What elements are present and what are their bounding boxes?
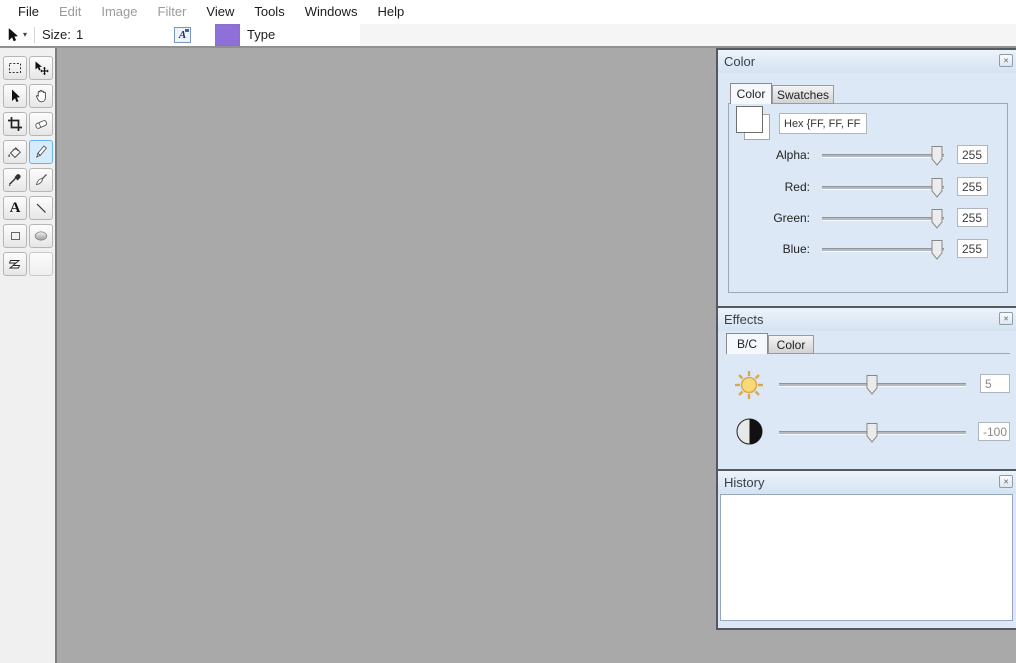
rectangle-icon [11, 232, 20, 240]
tool-rectangle-select[interactable] [3, 56, 27, 80]
tool-polygon[interactable] [3, 252, 27, 276]
crop-icon [8, 117, 22, 131]
type-color-swatch[interactable] [215, 24, 240, 46]
blue-slider-track[interactable] [822, 248, 944, 251]
alpha-slider-track[interactable] [822, 154, 944, 157]
rectangle-select-icon [9, 63, 21, 73]
tool-slot-empty [29, 252, 53, 276]
tool-ellipse[interactable] [29, 224, 53, 248]
alpha-slider-thumb[interactable] [931, 145, 943, 166]
brightness-icon [735, 371, 763, 399]
menu-help[interactable]: Help [367, 0, 414, 24]
paint-bucket-icon [8, 147, 21, 159]
menu-windows[interactable]: Windows [295, 0, 368, 24]
red-label: Red: [784, 180, 810, 194]
green-label: Green: [773, 211, 810, 225]
move-icon [35, 61, 49, 76]
tool-paint-bucket[interactable] [3, 140, 27, 164]
size-value[interactable]: 1 [76, 24, 83, 46]
contrast-value-input[interactable] [978, 422, 1010, 441]
panels-window: Color ✕ Color Swatches Alpha: Red: Green… [716, 48, 1016, 630]
tool-text[interactable]: A [3, 196, 27, 220]
alpha-label: Alpha: [775, 148, 810, 162]
tab-bc[interactable]: B/C [726, 333, 768, 354]
green-slider-track[interactable] [822, 217, 944, 220]
history-panel-close-icon[interactable]: ✕ [999, 475, 1013, 488]
size-label: Size: [42, 27, 71, 42]
color-panel-close-icon[interactable]: ✕ [999, 54, 1013, 67]
menu-view[interactable]: View [196, 0, 244, 24]
menu-tools[interactable]: Tools [244, 0, 294, 24]
text-tool-icon: A [9, 199, 21, 216]
color-panel-title[interactable]: Color [718, 50, 1016, 73]
font-picker-button[interactable]: A [174, 27, 191, 43]
tool-rectangle[interactable] [3, 224, 27, 248]
tool-hand[interactable] [29, 84, 53, 108]
red-value-input[interactable] [957, 177, 988, 196]
blue-slider-thumb[interactable] [931, 239, 943, 260]
hex-color-input[interactable] [779, 113, 867, 134]
eraser-icon [35, 120, 48, 129]
cursor-tool-icon[interactable] [6, 27, 22, 43]
font-icon-mark [185, 29, 189, 32]
polygon-icon [8, 260, 21, 269]
tool-move[interactable] [29, 56, 53, 80]
menu-edit[interactable]: Edit [49, 0, 91, 24]
tool-palette: A [0, 48, 57, 663]
brush-icon [35, 174, 47, 186]
contrast-slider-thumb[interactable] [866, 422, 878, 443]
effects-panel-title[interactable]: Effects [718, 308, 1016, 331]
red-slider-track[interactable] [822, 186, 944, 189]
pencil-icon [36, 145, 48, 158]
primary-color-swatch[interactable] [736, 106, 763, 133]
pointer-icon [12, 89, 20, 102]
green-slider-thumb[interactable] [931, 208, 943, 229]
ellipse-icon [34, 231, 48, 241]
tool-eraser[interactable] [29, 112, 53, 136]
green-value-input[interactable] [957, 208, 988, 227]
line-icon [36, 203, 46, 213]
contrast-icon [736, 418, 763, 445]
blue-value-input[interactable] [957, 239, 988, 258]
menu-bar: File Edit Image Filter View Tools Window… [0, 0, 1016, 24]
alpha-value-input[interactable] [957, 145, 988, 164]
red-slider-thumb[interactable] [931, 177, 943, 198]
effects-panel-close-icon[interactable]: ✕ [999, 312, 1013, 325]
cursor-dropdown-caret-icon[interactable]: ▾ [23, 27, 27, 43]
color-groupbox [728, 103, 1008, 293]
menu-image[interactable]: Image [91, 0, 147, 24]
tool-options-bar: ▾ Size: 1 A Type [0, 24, 1016, 48]
paint-application-window: File Edit Image Filter View Tools Window… [0, 0, 1016, 663]
blue-label: Blue: [782, 242, 810, 256]
brightness-value-input[interactable] [980, 374, 1010, 393]
hand-icon [36, 89, 46, 103]
history-panel-title[interactable]: History [718, 471, 1016, 494]
tool-pointer[interactable] [3, 84, 27, 108]
effects-tab-page [726, 353, 1010, 467]
history-list[interactable] [720, 494, 1013, 621]
toolbar-separator [34, 27, 35, 43]
tool-crop[interactable] [3, 112, 27, 136]
tool-brush[interactable] [29, 168, 53, 192]
tab-swatches[interactable]: Swatches [772, 85, 834, 104]
tab-effects-color[interactable]: Color [768, 335, 814, 354]
menu-file[interactable]: File [8, 0, 49, 24]
tool-line[interactable] [29, 196, 53, 220]
tool-pencil[interactable] [29, 140, 53, 164]
tab-color[interactable]: Color [730, 83, 772, 104]
eyedropper-icon [8, 174, 21, 187]
brightness-slider-thumb[interactable] [866, 374, 878, 395]
tool-eyedropper[interactable] [3, 168, 27, 192]
menu-filter[interactable]: Filter [148, 0, 197, 24]
type-label: Type [247, 27, 276, 42]
